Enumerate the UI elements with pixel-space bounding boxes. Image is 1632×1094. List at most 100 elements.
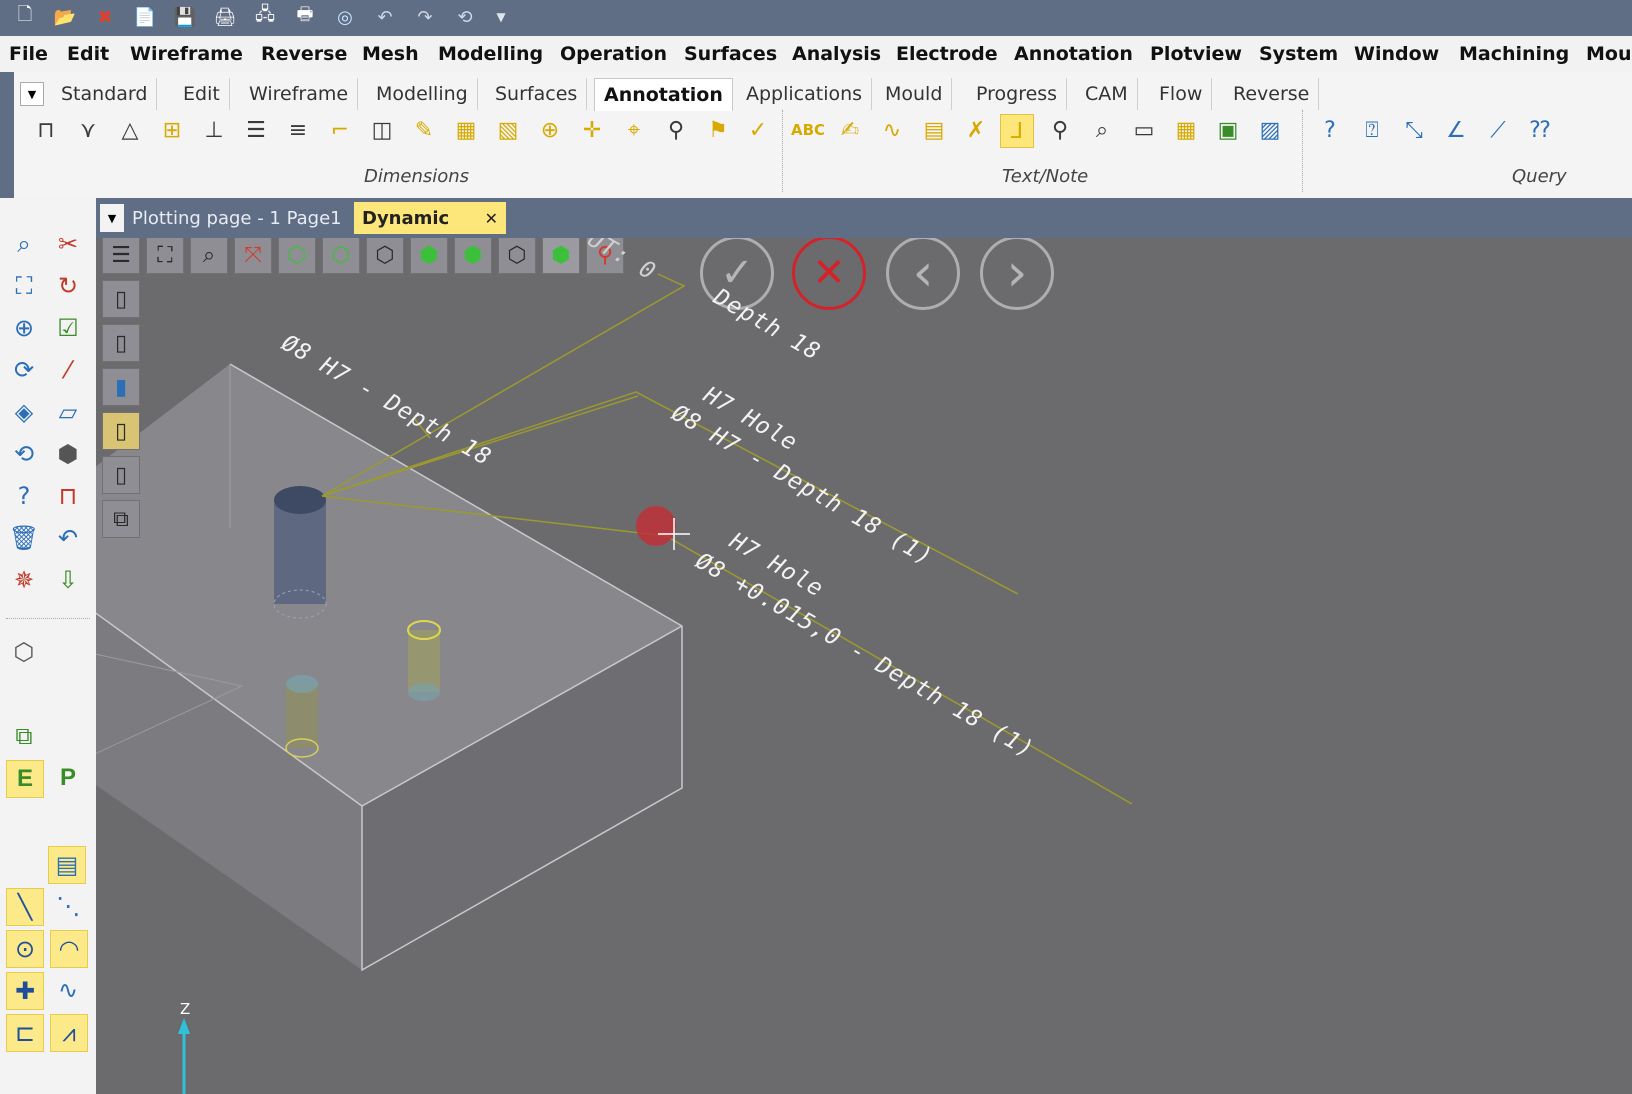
explode-icon[interactable]: ✵ [6, 562, 42, 598]
undo-icon[interactable]: ↶ [372, 4, 398, 30]
front-view-icon[interactable]: ⬢ [410, 238, 448, 274]
tab-wireframe[interactable]: Wireframe [240, 78, 359, 110]
check-entity-icon[interactable]: ☑ [50, 310, 86, 346]
layer-icon[interactable]: ◈ [6, 394, 42, 430]
network-icon[interactable]: 🖧 [252, 4, 278, 30]
plane-icon[interactable]: ▱ [50, 394, 86, 430]
tab-surfaces[interactable]: Surfaces [486, 78, 588, 110]
baseline-dimension-icon[interactable]: ⊥ [198, 114, 230, 146]
measure-icon[interactable]: ⊓ [50, 478, 86, 514]
shaded-view-icon[interactable]: ⬢ [542, 238, 580, 274]
zoom-window-icon[interactable]: ⌕ [6, 226, 42, 262]
menu-surfaces[interactable]: Surfaces [684, 43, 777, 65]
triangle-dimension-icon[interactable]: △ [114, 114, 146, 146]
menu-system[interactable]: System [1259, 43, 1338, 65]
cylinder-wire-icon[interactable]: ▯ [102, 456, 140, 494]
fit-all-icon[interactable]: ⛶ [146, 238, 184, 274]
point-icon[interactable]: ✚ [6, 972, 44, 1010]
close-file-icon[interactable]: ✖ [92, 4, 118, 30]
tab-standard[interactable]: Standard [52, 78, 158, 110]
next-button[interactable]: › [980, 238, 1054, 310]
open-folder-icon[interactable]: 📂 [52, 4, 78, 30]
hidden-line-icon[interactable]: ⬡ [498, 238, 536, 274]
text-edit-icon[interactable]: ✍ [834, 114, 866, 146]
tab-dynamic[interactable]: Dynamic ✕ [354, 202, 506, 234]
undo-left-icon[interactable]: ↶ [50, 520, 86, 556]
menu-plotview[interactable]: Plotview [1150, 43, 1242, 65]
diameter-dimension-icon[interactable]: ◫ [366, 114, 398, 146]
leader-note-icon[interactable]: ⅃ [1000, 114, 1034, 148]
refresh-icon[interactable]: ⟲ [6, 436, 42, 472]
iso-view-icon[interactable]: ⬡ [278, 238, 316, 274]
text-frame-icon[interactable]: ▭ [1128, 114, 1160, 146]
picture-icon[interactable]: ▨ [1254, 114, 1286, 146]
dropdown-icon[interactable]: ▼ [488, 4, 514, 30]
trim-icon[interactable]: ✂ [50, 226, 86, 262]
menu-edit[interactable]: Edit [67, 43, 109, 65]
tab-flow[interactable]: Flow [1150, 78, 1213, 110]
zoom-icon[interactable]: ◎ [332, 4, 358, 30]
import-icon[interactable]: ⇩ [50, 562, 86, 598]
ribbon-dropdown-icon[interactable]: ▼ [20, 82, 44, 106]
query-point-icon[interactable]: ⍰ [1356, 114, 1388, 146]
note-table-icon[interactable]: ▦ [1170, 114, 1202, 146]
layers-stack-icon[interactable]: ▤ [48, 846, 86, 884]
undo-history-icon[interactable]: ⟲ [452, 4, 478, 30]
search-note-icon[interactable]: ⌕ [1086, 114, 1118, 146]
print-setup-icon[interactable]: 🖨 [212, 4, 238, 30]
text-delete-icon[interactable]: ✗ [960, 114, 992, 146]
save-icon[interactable]: 💾 [172, 4, 198, 30]
menu-operation[interactable]: Operation [560, 43, 667, 65]
electrode-icon[interactable]: ⧉ [6, 718, 42, 754]
cylinder-outline-icon[interactable]: ▯ [102, 324, 140, 362]
graphics-viewport[interactable]: Z ☰ ⛶ ⌕ ⤧ ⬡ ⬡ ⬡ ⬢ ⬢ ⬡ ⬢ ⚲ ▯ ▯ ▮ ▯ ▯ ⧉ ✓ … [96, 238, 1632, 1094]
tab-progress[interactable]: Progress [967, 78, 1068, 110]
p-button[interactable]: P [50, 760, 86, 796]
top-view-icon[interactable]: ⬡ [322, 238, 360, 274]
menu-wireframe[interactable]: Wireframe [130, 43, 243, 65]
tab-cam[interactable]: CAM [1076, 78, 1138, 110]
tab-mould[interactable]: Mould [876, 78, 953, 110]
surface-finish-icon[interactable]: ✓ [742, 114, 774, 146]
axis-view-icon[interactable]: ⤧ [234, 238, 272, 274]
close-icon[interactable]: ✕ [485, 209, 498, 228]
polyline-icon[interactable]: ⊏ [6, 1014, 44, 1052]
print-icon[interactable]: 🖶 [292, 4, 318, 30]
query-curve-icon[interactable]: ⟋ [1482, 114, 1514, 146]
menu-annotation[interactable]: Annotation [1014, 43, 1133, 65]
redo-icon[interactable]: ↷ [412, 4, 438, 30]
right-view-icon[interactable]: ⬢ [454, 238, 492, 274]
wire-view-icon[interactable]: ⬡ [366, 238, 404, 274]
help-query-icon[interactable]: ? [6, 478, 42, 514]
circle-icon[interactable]: ⊙ [6, 930, 44, 968]
weld-symbol-icon[interactable]: ⊕ [534, 114, 566, 146]
balloon-icon[interactable]: ⚑ [702, 114, 734, 146]
split-icon[interactable]: ⁄ [50, 352, 86, 388]
text-box-icon[interactable]: ▤ [918, 114, 950, 146]
zoom-view-icon[interactable]: ⌕ [190, 238, 228, 274]
blend-icon[interactable]: ↻ [50, 268, 86, 304]
view-manager-icon[interactable]: ⧉ [102, 500, 140, 538]
menu-modelling[interactable]: Modelling [438, 43, 543, 65]
zoom-in-icon[interactable]: ⊕ [6, 310, 42, 346]
coordinate-label-icon[interactable]: ⌖ [618, 114, 650, 146]
menu-window[interactable]: Window [1354, 43, 1439, 65]
linear-dimension-icon[interactable]: ⊓ [30, 114, 62, 146]
tab-plotting-page[interactable]: Plotting page - 1 Page1 [132, 202, 342, 234]
rotate-view-icon[interactable]: ⟳ [6, 352, 42, 388]
stacked-dimension-icon[interactable]: ⊞ [156, 114, 188, 146]
cylinder-selected-icon[interactable]: ▯ [102, 412, 140, 450]
text-abc-icon[interactable]: ABC [791, 114, 825, 146]
spline-icon[interactable]: ∿ [50, 972, 86, 1008]
query-object-icon[interactable]: ⁇ [1524, 114, 1556, 146]
delete-icon[interactable]: 🗑 [6, 520, 42, 556]
angular-dimension-icon[interactable]: ⋎ [72, 114, 104, 146]
object-query-icon[interactable]: ⬡ [6, 634, 42, 670]
cancel-button[interactable]: ✕ [792, 238, 866, 310]
query-angle-icon[interactable]: ∠ [1440, 114, 1472, 146]
menu-mould[interactable]: Moul [1586, 43, 1632, 65]
hole-callout-icon[interactable]: ✎ [408, 114, 440, 146]
menu-mesh[interactable]: Mesh [362, 43, 419, 65]
menu-analysis[interactable]: Analysis [792, 43, 881, 65]
datum-icon[interactable]: ✛ [576, 114, 608, 146]
